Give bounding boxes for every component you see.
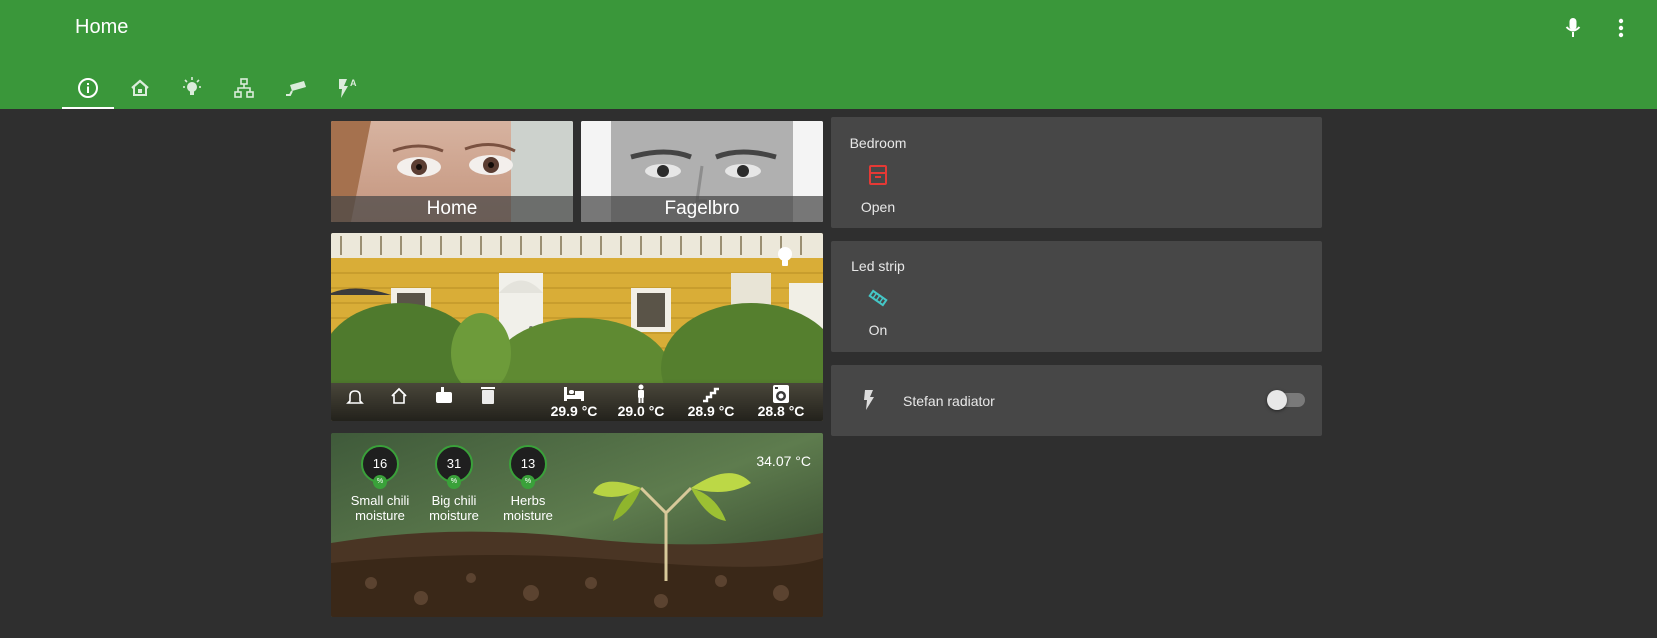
person-name: Home <box>331 196 573 222</box>
plant-temperature[interactable]: 34.07 °C <box>756 453 811 469</box>
led-strip-icon <box>833 282 923 314</box>
tab-lights[interactable] <box>166 66 218 109</box>
moisture-value: 16 <box>372 456 388 471</box>
entities-card-radiator: Stefan radiator <box>831 365 1322 436</box>
tab-network[interactable] <box>218 66 270 109</box>
temperature-sensor[interactable]: 28.8 °C <box>754 383 808 419</box>
home-icon <box>131 79 149 96</box>
entity-state: Open <box>860 199 896 215</box>
temperature-value: 29.0 °C <box>617 403 665 419</box>
toggle-knob <box>1267 390 1287 410</box>
person-icon <box>614 383 668 405</box>
plant-picture-card: 16 % Small chili moisture 31 % Big chili… <box>331 433 823 617</box>
temperature-value: 28.9 °C <box>687 403 735 419</box>
lightbulb-icon <box>183 76 201 95</box>
trash-icon[interactable] <box>477 384 499 406</box>
moisture-label-line: Small chili <box>350 493 410 508</box>
moisture-label-line: moisture <box>503 508 553 523</box>
lightbulb-icon[interactable] <box>774 245 796 269</box>
moisture-sensor[interactable]: 13 % Herbs moisture <box>495 445 561 523</box>
percent-badge: % <box>447 475 461 489</box>
moisture-value-circle: 13 % <box>509 445 547 489</box>
moisture-sensor[interactable]: 31 % Big chili moisture <box>421 445 487 523</box>
page-title: Home <box>75 16 129 38</box>
mailbox-icon[interactable] <box>433 384 455 406</box>
moisture-value: 13 <box>520 456 536 471</box>
microphone-icon[interactable] <box>1559 14 1587 42</box>
entity-name: Bedroom <box>849 135 907 151</box>
svg-text:A: A <box>350 78 357 88</box>
view-tabs: A <box>62 66 374 109</box>
temperature-sensor[interactable]: 29.9 °C <box>547 383 601 419</box>
header-actions <box>1559 14 1635 42</box>
radiator-toggle[interactable] <box>1267 390 1305 410</box>
moisture-label-line: moisture <box>355 508 405 523</box>
entity-bedroom[interactable]: Bedroom Open <box>833 135 923 215</box>
person-card-home[interactable]: Home <box>331 121 573 222</box>
entity-state: On <box>868 322 888 338</box>
flash-auto-icon: A <box>339 78 357 98</box>
entity-led-strip[interactable]: Led strip On <box>833 258 923 338</box>
person-card-fagelbro[interactable]: Fagelbro <box>581 121 823 222</box>
more-vertical-icon[interactable] <box>1607 14 1635 42</box>
moisture-label-line: Herbs <box>510 493 546 508</box>
person-name: Fagelbro <box>581 196 823 222</box>
window-open-icon <box>833 159 923 191</box>
entities-card-bedroom: Bedroom Open <box>831 117 1322 228</box>
moisture-label-line: Big chili <box>431 493 477 508</box>
home-icon[interactable] <box>388 385 410 407</box>
tab-camera[interactable] <box>270 66 322 109</box>
tab-info[interactable] <box>62 66 114 109</box>
moisture-value-circle: 16 % <box>361 445 399 489</box>
temperature-value: 28.8 °C <box>757 403 805 419</box>
entity-name: Led strip <box>851 258 905 274</box>
entities-card-led-strip: Led strip On <box>831 241 1322 352</box>
temperature-sensor[interactable]: 29.0 °C <box>614 383 668 419</box>
moisture-label-line: moisture <box>429 508 479 523</box>
info-icon <box>78 77 98 98</box>
moisture-label: Big chili moisture <box>421 493 487 523</box>
bell-icon[interactable] <box>344 386 366 408</box>
moisture-sensor[interactable]: 16 % Small chili moisture <box>347 445 413 523</box>
bed-icon <box>547 383 601 405</box>
washing-machine-icon <box>754 383 808 405</box>
stairs-icon <box>684 383 738 405</box>
house-picture-card: 29.9 °C 29.0 °C 28.9 °C 28.8 °C <box>331 233 823 421</box>
flash-icon <box>864 390 874 410</box>
entity-name[interactable]: Stefan radiator <box>903 393 995 409</box>
temperature-value: 29.9 °C <box>550 403 598 419</box>
moisture-value-circle: 31 % <box>435 445 473 489</box>
app-header: Home A <box>0 0 1657 109</box>
camera-icon <box>286 80 306 96</box>
moisture-value: 31 <box>446 456 462 471</box>
temperature-sensor[interactable]: 28.9 °C <box>684 383 738 419</box>
moisture-label: Small chili moisture <box>347 493 413 523</box>
percent-badge: % <box>373 475 387 489</box>
tab-automation[interactable]: A <box>322 66 374 109</box>
moisture-label: Herbs moisture <box>495 493 561 523</box>
network-icon <box>234 77 254 98</box>
percent-badge: % <box>521 475 535 489</box>
tab-home[interactable] <box>114 66 166 109</box>
